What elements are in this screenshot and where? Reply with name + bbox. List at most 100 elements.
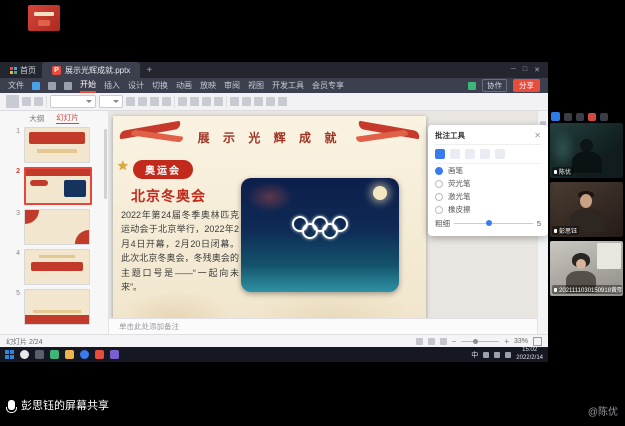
slide-body-text[interactable]: 2022年第24届冬季奥林匹克运动会于北京举行，2022年2月4日开幕，2月20… [121, 208, 239, 294]
taskbar-clock[interactable]: 15:02 2022/2/14 [516, 347, 543, 361]
floating-doc-thumbnail[interactable] [28, 5, 60, 31]
paste-icon[interactable] [6, 95, 19, 108]
normal-view-icon[interactable] [416, 338, 423, 345]
menu-devtools[interactable]: 开发工具 [272, 80, 304, 91]
shape-tool-icon[interactable] [465, 149, 475, 159]
menu-slideshow[interactable]: 放映 [200, 80, 216, 91]
wps-menu-bar: 文件 开始 插入 设计 切换 动画 放映 审阅 视图 开发工具 会员专享 协作 … [0, 78, 548, 93]
close-icon[interactable]: ✕ [534, 131, 541, 140]
annotation-option-pen[interactable]: 画笔 [435, 164, 541, 177]
slide-thumbnail-2[interactable]: 2 [12, 167, 102, 205]
more-icon[interactable] [600, 113, 608, 121]
participant-video-3[interactable]: 2021111030150918黄熙 [550, 241, 623, 296]
olympics-stadium-photo[interactable] [241, 178, 399, 292]
cooperate-button[interactable]: 协作 [482, 79, 507, 92]
redo-icon[interactable] [64, 82, 72, 90]
browser-icon[interactable] [80, 350, 89, 359]
slide-thumbnail-5[interactable]: 5 [12, 289, 102, 325]
mic-icon [554, 229, 557, 233]
font-size-select[interactable] [99, 95, 123, 108]
zoom-out-button[interactable]: − [452, 338, 457, 345]
ppt-file-icon: P [52, 66, 61, 75]
bullet-list-icon[interactable] [214, 97, 223, 106]
theme-icon[interactable] [278, 97, 287, 106]
network-icon[interactable] [494, 352, 500, 358]
menu-member[interactable]: 会员专享 [312, 80, 344, 91]
zoom-in-button[interactable]: + [504, 338, 509, 345]
slide-title[interactable]: 北京冬奥会 [131, 186, 206, 206]
volume-icon[interactable] [505, 352, 511, 358]
insert-textbox-icon[interactable] [230, 97, 239, 106]
tab-home[interactable]: 首页 [4, 62, 42, 78]
camera-icon[interactable] [576, 113, 584, 121]
annotation-option-laser[interactable]: 激光笔 [435, 190, 541, 203]
wps-logo-icon [10, 67, 17, 74]
cut-icon[interactable] [22, 97, 31, 106]
sync-icon[interactable] [468, 82, 476, 90]
menu-view[interactable]: 视图 [248, 80, 264, 91]
task-view-icon[interactable] [35, 350, 44, 359]
meeting-app-logo-icon[interactable] [551, 112, 560, 121]
insert-shape-icon[interactable] [254, 97, 263, 106]
notes-bar[interactable]: 单击此处添加备注 [109, 318, 537, 334]
maximize-button[interactable]: □ [523, 66, 527, 74]
align-left-icon[interactable] [178, 97, 187, 106]
fit-screen-icon[interactable] [533, 337, 542, 346]
bold-icon[interactable] [126, 97, 135, 106]
insert-picture-icon[interactable] [242, 97, 251, 106]
minimize-button[interactable]: ─ [511, 66, 516, 74]
slide-layout-icon[interactable] [266, 97, 275, 106]
layout-icon[interactable] [564, 113, 572, 121]
menu-animation[interactable]: 动画 [176, 80, 192, 91]
menu-review[interactable]: 审阅 [224, 80, 240, 91]
annotation-panel: 批注工具 ✕ 画笔 荧光笔 激光笔 [428, 125, 548, 236]
eraser-tool-icon[interactable] [495, 149, 505, 159]
menu-insert[interactable]: 插入 [104, 80, 120, 91]
menu-start[interactable]: 开始 [80, 79, 96, 93]
slide-thumbnail-1[interactable]: 1 [12, 127, 102, 163]
menu-transition[interactable]: 切换 [152, 80, 168, 91]
new-tab-button[interactable]: + [146, 65, 152, 76]
undo-icon[interactable] [48, 82, 56, 90]
slide-badge[interactable]: 奥运会 [133, 160, 193, 179]
sorter-view-icon[interactable] [428, 338, 435, 345]
start-button[interactable] [5, 350, 14, 359]
ime-indicator[interactable]: 中 [471, 350, 478, 360]
participant-video-2[interactable]: 彭思钰 [550, 182, 623, 237]
close-button[interactable]: ✕ [534, 66, 540, 74]
annotation-option-eraser[interactable]: 橡皮擦 [435, 203, 541, 216]
font-family-select[interactable] [50, 95, 96, 108]
search-icon[interactable] [20, 350, 29, 359]
underline-icon[interactable] [150, 97, 159, 106]
pen-tool-icon[interactable] [435, 149, 445, 159]
play-view-icon[interactable] [440, 338, 447, 345]
meeting-app-icon[interactable] [110, 350, 119, 359]
tray-arrow-icon[interactable] [483, 352, 489, 358]
wps-app-icon[interactable] [95, 350, 104, 359]
menu-design[interactable]: 设计 [128, 80, 144, 91]
format-painter-icon[interactable] [34, 97, 43, 106]
share-button[interactable]: 分享 [513, 79, 540, 92]
current-slide[interactable]: 展 示 光 辉 成 就 ★ 奥运会 北京冬奥会 2022年第24届冬季奥林匹克运… [113, 116, 426, 319]
slide-thumbnail-3[interactable]: 3 [12, 209, 102, 245]
highlighter-tool-icon[interactable] [450, 149, 460, 159]
menu-file[interactable]: 文件 [8, 80, 24, 91]
font-color-icon[interactable] [162, 97, 171, 106]
record-icon[interactable] [588, 113, 596, 121]
stroke-width-slider[interactable]: 粗细 5 [435, 216, 541, 230]
wechat-icon[interactable] [50, 350, 59, 359]
save-icon[interactable] [32, 82, 40, 90]
slide-thumbnail-4[interactable]: 4 [12, 249, 102, 285]
align-center-icon[interactable] [190, 97, 199, 106]
file-explorer-icon[interactable] [65, 350, 74, 359]
zoom-slider[interactable] [461, 341, 499, 342]
align-right-icon[interactable] [202, 97, 211, 106]
text-tool-icon[interactable] [480, 149, 490, 159]
annotation-option-highlighter[interactable]: 荧光笔 [435, 177, 541, 190]
tab-document[interactable]: P 展示光辉成就.pptx [42, 62, 140, 78]
thumbnail-scrollbar[interactable] [104, 129, 107, 199]
participant-video-1[interactable]: 陈优 [550, 123, 623, 178]
panel-tab-slides[interactable]: 幻灯片 [56, 112, 79, 124]
panel-tab-outline[interactable]: 大纲 [29, 113, 44, 124]
italic-icon[interactable] [138, 97, 147, 106]
